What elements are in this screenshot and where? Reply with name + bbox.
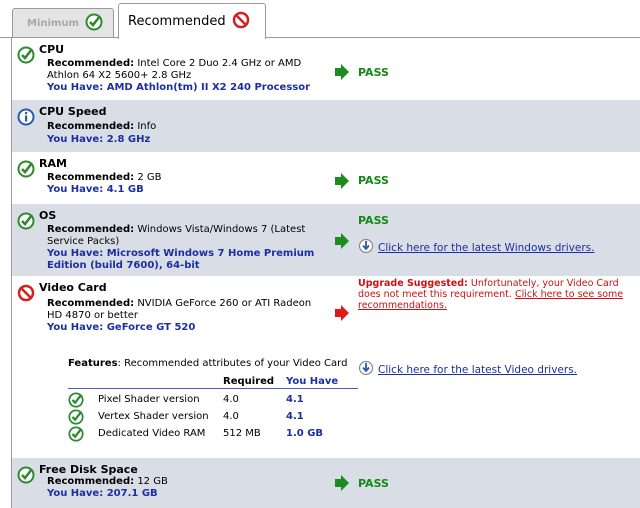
features-title-rest: : Recommended attributes of your Video C…: [117, 358, 348, 369]
you-have-label: You Have:: [47, 82, 104, 93]
feature-attribute: Dedicated Video RAM: [98, 428, 206, 439]
tab-minimum-label: Minimum: [27, 17, 79, 29]
recommended-label: Recommended:: [47, 224, 135, 235]
pass-label: PASS: [358, 66, 389, 79]
requirement-row-ram: RAM Recommended: 2 GB You Have: 4.1 GB P…: [12, 152, 640, 204]
requirement-you-have: You Have: AMD Athlon(tm) II X2 240 Proce…: [47, 82, 332, 94]
requirement-recommended: Recommended: Info: [47, 121, 317, 133]
you-have-value: 2.8 GHz: [106, 134, 151, 145]
requirement-you-have: You Have: Microsoft Windows 7 Home Premi…: [47, 248, 332, 272]
requirement-recommended: Recommended: NVIDIA GeForce 260 or ATI R…: [47, 298, 317, 322]
you-have-value: 207.1 GB: [106, 488, 158, 499]
requirement-recommended: Recommended: Intel Core 2 Duo 2.4 GHz or…: [47, 58, 317, 82]
info-icon: [17, 108, 35, 129]
you-have-value: GeForce GT 520: [106, 322, 196, 333]
requirement-name: CPU: [39, 43, 65, 56]
requirement-recommended: Recommended: 2 GB: [47, 172, 317, 184]
green-arrow-icon: [334, 63, 350, 84]
green-arrow-icon: [334, 232, 350, 253]
check-circle-icon: [17, 466, 35, 487]
requirement-recommended: Recommended: Windows Vista/Windows 7 (La…: [47, 224, 317, 248]
column-header-you-have: You Have: [286, 376, 339, 387]
windows-drivers-link[interactable]: Click here for the latest Windows driver…: [358, 238, 594, 257]
recommended-label: Recommended:: [47, 121, 135, 132]
upgrade-suggested-message: Upgrade Suggested: Unfortunately, your V…: [358, 278, 640, 311]
recommended-value: Info: [137, 121, 157, 132]
table-row: Vertex Shader version 4.0 4.1: [68, 409, 358, 425]
tab-minimum[interactable]: Minimum: [12, 8, 114, 37]
tab-bar: Minimum Recommended: [0, 0, 640, 39]
feature-you-have: 4.1: [286, 394, 304, 405]
requirement-you-have: You Have: 4.1 GB: [47, 184, 332, 196]
feature-required: 4.0: [223, 394, 239, 405]
download-icon: [358, 238, 374, 257]
recommended-label: Recommended:: [47, 298, 135, 309]
requirement-name: Video Card: [39, 281, 107, 294]
check-circle-icon: [85, 13, 103, 34]
requirement-recommended: Recommended: 12 GB: [47, 476, 317, 488]
recommended-label: Recommended:: [47, 476, 135, 487]
video-drivers-link-text[interactable]: Click here for the latest Video drivers.: [378, 364, 577, 376]
requirement-row-cpu: CPU Recommended: Intel Core 2 Duo 2.4 GH…: [12, 38, 640, 100]
check-circle-icon: [17, 46, 35, 67]
check-circle-icon: [68, 426, 84, 445]
tab-recommended-label: Recommended: [128, 14, 226, 29]
check-circle-icon: [17, 160, 35, 181]
video-features-table: Features: Recommended attributes of your…: [68, 358, 368, 442]
requirements-panel: CPU Recommended: Intel Core 2 Duo 2.4 GH…: [11, 38, 640, 508]
pass-label: PASS: [358, 214, 389, 227]
features-title-bold: Features: [68, 358, 118, 369]
red-arrow-icon: [334, 304, 350, 325]
requirement-you-have: You Have: 207.1 GB: [47, 488, 332, 500]
requirement-row-cpu-speed: CPU Speed Recommended: Info You Have: 2.…: [12, 100, 640, 152]
you-have-label: You Have:: [47, 488, 104, 499]
requirement-name: RAM: [39, 157, 67, 170]
pass-label: PASS: [358, 174, 389, 187]
recommended-label: Recommended:: [47, 172, 135, 183]
feature-attribute: Vertex Shader version: [98, 411, 209, 422]
windows-drivers-link-text[interactable]: Click here for the latest Windows driver…: [378, 242, 594, 254]
tab-recommended[interactable]: Recommended: [118, 3, 266, 39]
features-header: Required You Have: [68, 376, 358, 389]
no-entry-icon: [17, 284, 35, 305]
table-row: Dedicated Video RAM 512 MB 1.0 GB: [68, 426, 358, 442]
recommended-value: 2 GB: [137, 172, 162, 183]
upgrade-suggested-label: Upgrade Suggested:: [358, 278, 468, 289]
feature-you-have: 1.0 GB: [286, 428, 324, 439]
feature-you-have: 4.1: [286, 411, 304, 422]
feature-attribute: Pixel Shader version: [98, 394, 200, 405]
requirement-row-os: OS Recommended: Windows Vista/Windows 7 …: [12, 204, 640, 276]
no-entry-icon: [232, 11, 250, 32]
you-have-value: AMD Athlon(tm) II X2 240 Processor: [106, 82, 311, 93]
table-row: Pixel Shader version 4.0 4.1: [68, 392, 358, 408]
requirement-name: OS: [39, 209, 57, 222]
requirement-row-free-disk-space: Free Disk Space Recommended: 12 GB You H…: [12, 458, 640, 508]
green-arrow-icon: [334, 474, 350, 495]
requirement-you-have: You Have: 2.8 GHz: [47, 134, 332, 146]
requirement-name: Free Disk Space: [39, 463, 138, 476]
column-header-required: Required: [223, 376, 275, 387]
feature-required: 512 MB: [223, 428, 261, 439]
requirement-you-have: You Have: GeForce GT 520: [47, 322, 332, 334]
feature-required: 4.0: [223, 411, 239, 422]
features-title: Features: Recommended attributes of your…: [68, 358, 368, 369]
recommended-value: 12 GB: [137, 476, 168, 487]
requirement-name: CPU Speed: [39, 105, 107, 118]
you-have-label: You Have:: [47, 184, 104, 195]
you-have-label: You Have:: [47, 248, 104, 259]
video-drivers-link[interactable]: Click here for the latest Video drivers.: [358, 360, 577, 379]
recommended-label: Recommended:: [47, 58, 135, 69]
check-circle-icon: [17, 212, 35, 233]
you-have-value: 4.1 GB: [106, 184, 144, 195]
pass-label: PASS: [358, 477, 389, 490]
you-have-label: You Have:: [47, 322, 104, 333]
you-have-label: You Have:: [47, 134, 104, 145]
green-arrow-icon: [334, 172, 350, 193]
